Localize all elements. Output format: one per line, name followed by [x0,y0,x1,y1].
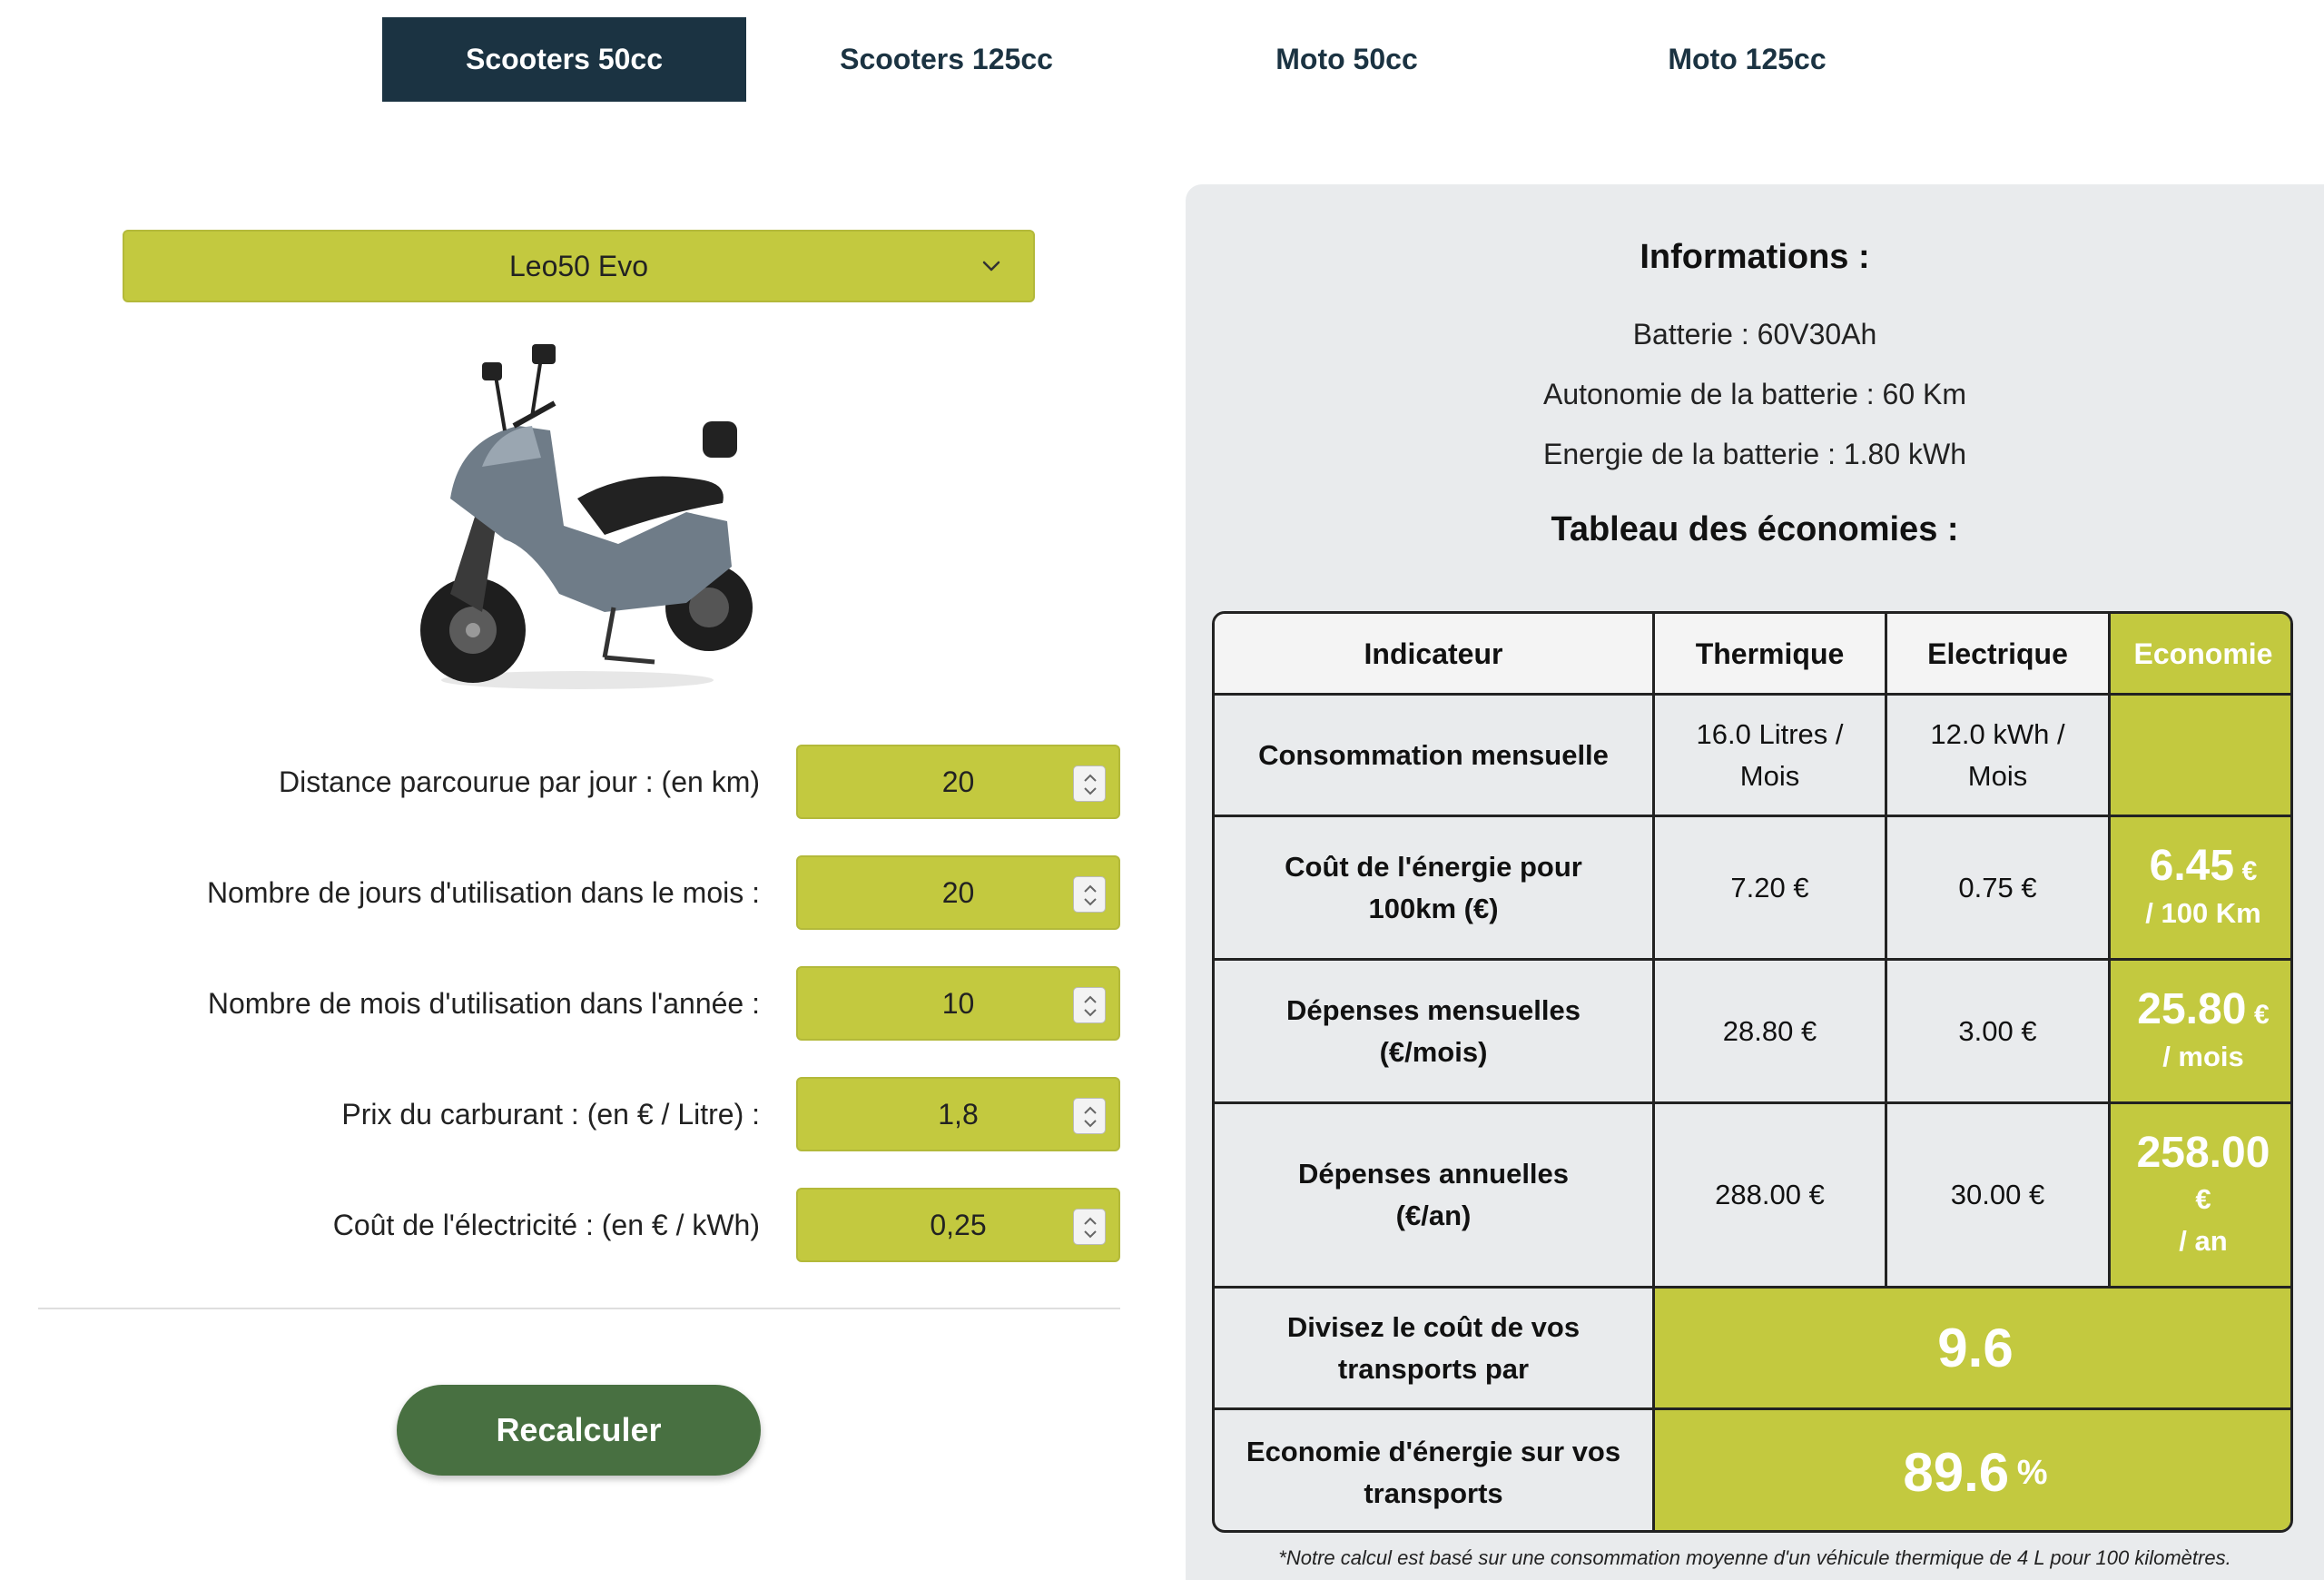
electricity-cost-row: Coût de l'électricité : (en € / kWh) 0,2… [0,1188,1126,1262]
savings-table: Indicateur Thermique Electrique Economie… [1212,611,2293,1533]
monthly-saving-suffix: / mois [2162,1041,2244,1072]
distance-row: Distance parcourue par jour : (en km) 20 [0,745,1126,819]
divide-factor: 9.6 [1937,1317,2014,1378]
months-value: 10 [941,986,975,1020]
electricity-cost-input[interactable]: 0,25 [796,1188,1120,1262]
table-grid-line [2108,614,2111,1286]
tab-scooters-125cc[interactable]: Scooters 125cc [746,17,1147,102]
battery-info: Batterie : 60V30Ah [1632,318,1877,351]
table-grid-line [1652,614,1655,1530]
months-label: Nombre de mois d'utilisation dans l'anné… [207,986,760,1020]
spinner-arrows-icon [1084,995,1097,1017]
model-select[interactable]: Leo50 Evo [123,230,1035,302]
fuel-price-value: 1,8 [938,1097,979,1131]
electricity-cost-label: Coût de l'électricité : (en € / kWh) [332,1208,760,1241]
scooter-image [396,340,761,699]
info-title: Informations : [1640,238,1870,276]
annual-saving-unit: € [2195,1183,2211,1215]
energy-cost-saving-unit: € [2241,856,2258,886]
days-row: Nombre de jours d'utilisation dans le mo… [0,855,1126,930]
table-grid-line [1215,1101,2290,1104]
annual-saving-suffix: / an [2179,1225,2228,1257]
energy-cost-saving-value: 6.45 [2149,842,2235,890]
spinner-arrows-icon [1084,774,1097,795]
days-label: Nombre de jours d'utilisation dans le mo… [206,875,760,909]
recalculate-button[interactable]: Recalculer [397,1385,761,1476]
table-grid-line [1215,1286,2290,1289]
row-monthly-economie: 25.80 € / mois [2111,961,2290,1101]
row-energy-cost-electrique: 0.75 € [1958,871,2037,904]
chevron-down-icon [982,261,1000,272]
row-consumption-economie [2111,696,2290,815]
header-economie: Economie [2111,614,2290,693]
row-monthly-thermique: 28.80 € [1722,1014,1817,1047]
table-grid-line [1215,1407,2290,1410]
spinner-arrows-icon [1084,1217,1097,1239]
annual-saving-value: 258.00 [2136,1129,2270,1177]
header-indicateur: Indicateur [1215,614,1652,693]
spinner-arrows-icon [1084,884,1097,906]
spinner-arrows-icon [1084,1106,1097,1128]
tab-scooters-50cc[interactable]: Scooters 50cc [382,17,746,102]
table-grid-line [1215,693,2290,696]
months-stepper[interactable] [1073,987,1106,1023]
row-annual-electrique: 30.00 € [1950,1179,2045,1210]
row-monthly-electrique: 3.00 € [1958,1014,2037,1047]
row-energy-saving-value: 89.6 % [1655,1410,2290,1530]
savings-table-title: Tableau des économies : [1551,510,1959,548]
row-annual-thermique: 288.00 € [1715,1179,1825,1210]
energy-saving-unit: % [2016,1454,2048,1492]
distance-label: Distance parcourue par jour : (en km) [279,765,760,798]
distance-stepper[interactable] [1073,765,1106,802]
range-info: Autonomie de la batterie : 60 Km [1542,378,1967,410]
header-electrique: Electrique [1887,614,2108,693]
row-energy-cost-label: Coût de l'énergie pour 100km (€) [1285,850,1582,924]
monthly-saving-value: 25.80 [2137,985,2247,1033]
table-grid-line [1885,614,1887,1286]
row-consumption-thermique: 16.0 Litres / Mois [1696,717,1844,792]
distance-input[interactable]: 20 [796,745,1120,819]
electricity-cost-stepper[interactable] [1073,1209,1106,1245]
table-grid-line [1215,815,2290,817]
row-energy-saving-label: Economie d'énergie sur vos transports [1246,1436,1621,1509]
header-thermique: Thermique [1655,614,1885,693]
divider [38,1308,1120,1309]
energy-saving-percent: 89.6 [1903,1442,2010,1503]
distance-value: 20 [941,765,975,798]
row-annual-economie: 258.00 € / an [2111,1104,2290,1286]
energy-cost-saving-suffix: / 100 Km [2145,897,2261,929]
energy-info: Energie de la batterie : 1.80 kWh [1542,438,1967,470]
row-divide-value: 9.6 [1655,1289,2290,1407]
days-value: 20 [941,875,975,909]
days-stepper[interactable] [1073,876,1106,913]
months-input[interactable]: 10 [796,966,1120,1041]
table-grid-line [1215,958,2290,961]
model-select-value: Leo50 Evo [508,249,648,282]
row-energy-cost-economie: 6.45 € / 100 Km [2111,817,2290,958]
row-consumption-electrique: 12.0 kWh / Mois [1930,717,2065,792]
row-energy-cost-thermique: 7.20 € [1730,871,1809,904]
row-annual-label: Dépenses annuelles (€/an) [1297,1158,1570,1231]
row-divide-label: Divisez le coût de vos transports par [1286,1310,1581,1385]
days-input[interactable]: 20 [796,855,1120,930]
monthly-saving-unit: € [2254,1000,2270,1030]
row-consumption-label: Consommation mensuelle [1258,738,1609,771]
months-row: Nombre de mois d'utilisation dans l'anné… [0,966,1126,1041]
fuel-price-stepper[interactable] [1073,1098,1106,1134]
row-monthly-label: Dépenses mensuelles (€/mois) [1286,993,1581,1068]
fuel-price-input[interactable]: 1,8 [796,1077,1120,1151]
electricity-cost-value: 0,25 [930,1208,987,1241]
fuel-price-label: Prix du carburant : (en € / Litre) : [341,1097,760,1131]
fuel-price-row: Prix du carburant : (en € / Litre) : 1,8 [0,1077,1126,1151]
footnote: *Notre calcul est basé sur une consommat… [1278,1546,2231,1569]
